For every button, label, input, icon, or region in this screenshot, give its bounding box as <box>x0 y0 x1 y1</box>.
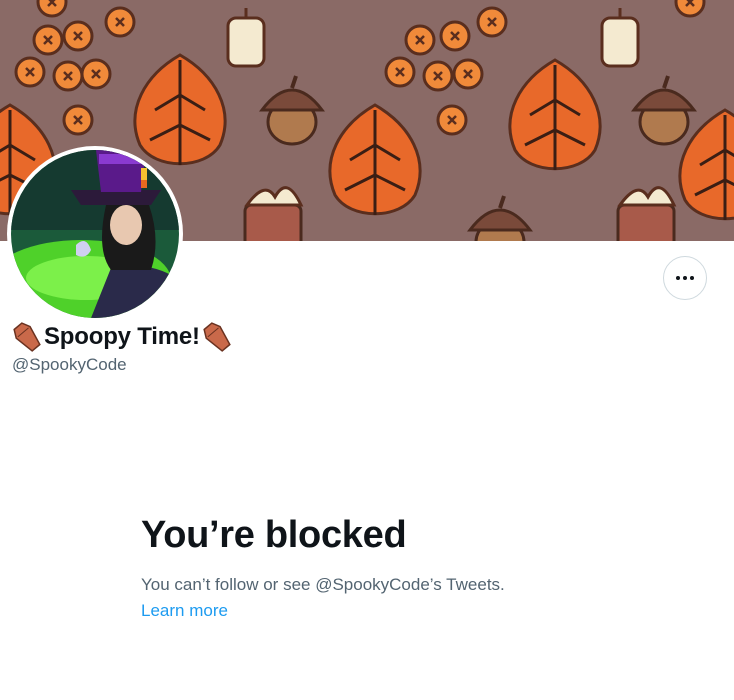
blocked-notice: You’re blocked You can’t follow or see @… <box>141 514 505 621</box>
profile-avatar[interactable] <box>7 146 183 322</box>
coffin-icon <box>203 322 231 352</box>
profile-handle: @SpookyCode <box>12 355 127 374</box>
more-horizontal-icon <box>676 276 680 280</box>
coffin-icon <box>13 322 41 352</box>
profile-name-row: Spoopy Time! <box>12 320 232 354</box>
avatar-image <box>11 150 179 318</box>
blocked-title: You’re blocked <box>141 514 407 556</box>
display-name: Spoopy Time! <box>44 323 200 350</box>
more-button[interactable] <box>663 256 707 300</box>
learn-more-link[interactable]: Learn more <box>141 601 505 621</box>
blocked-message: You can’t follow or see @SpookyCode’s Tw… <box>141 575 505 594</box>
